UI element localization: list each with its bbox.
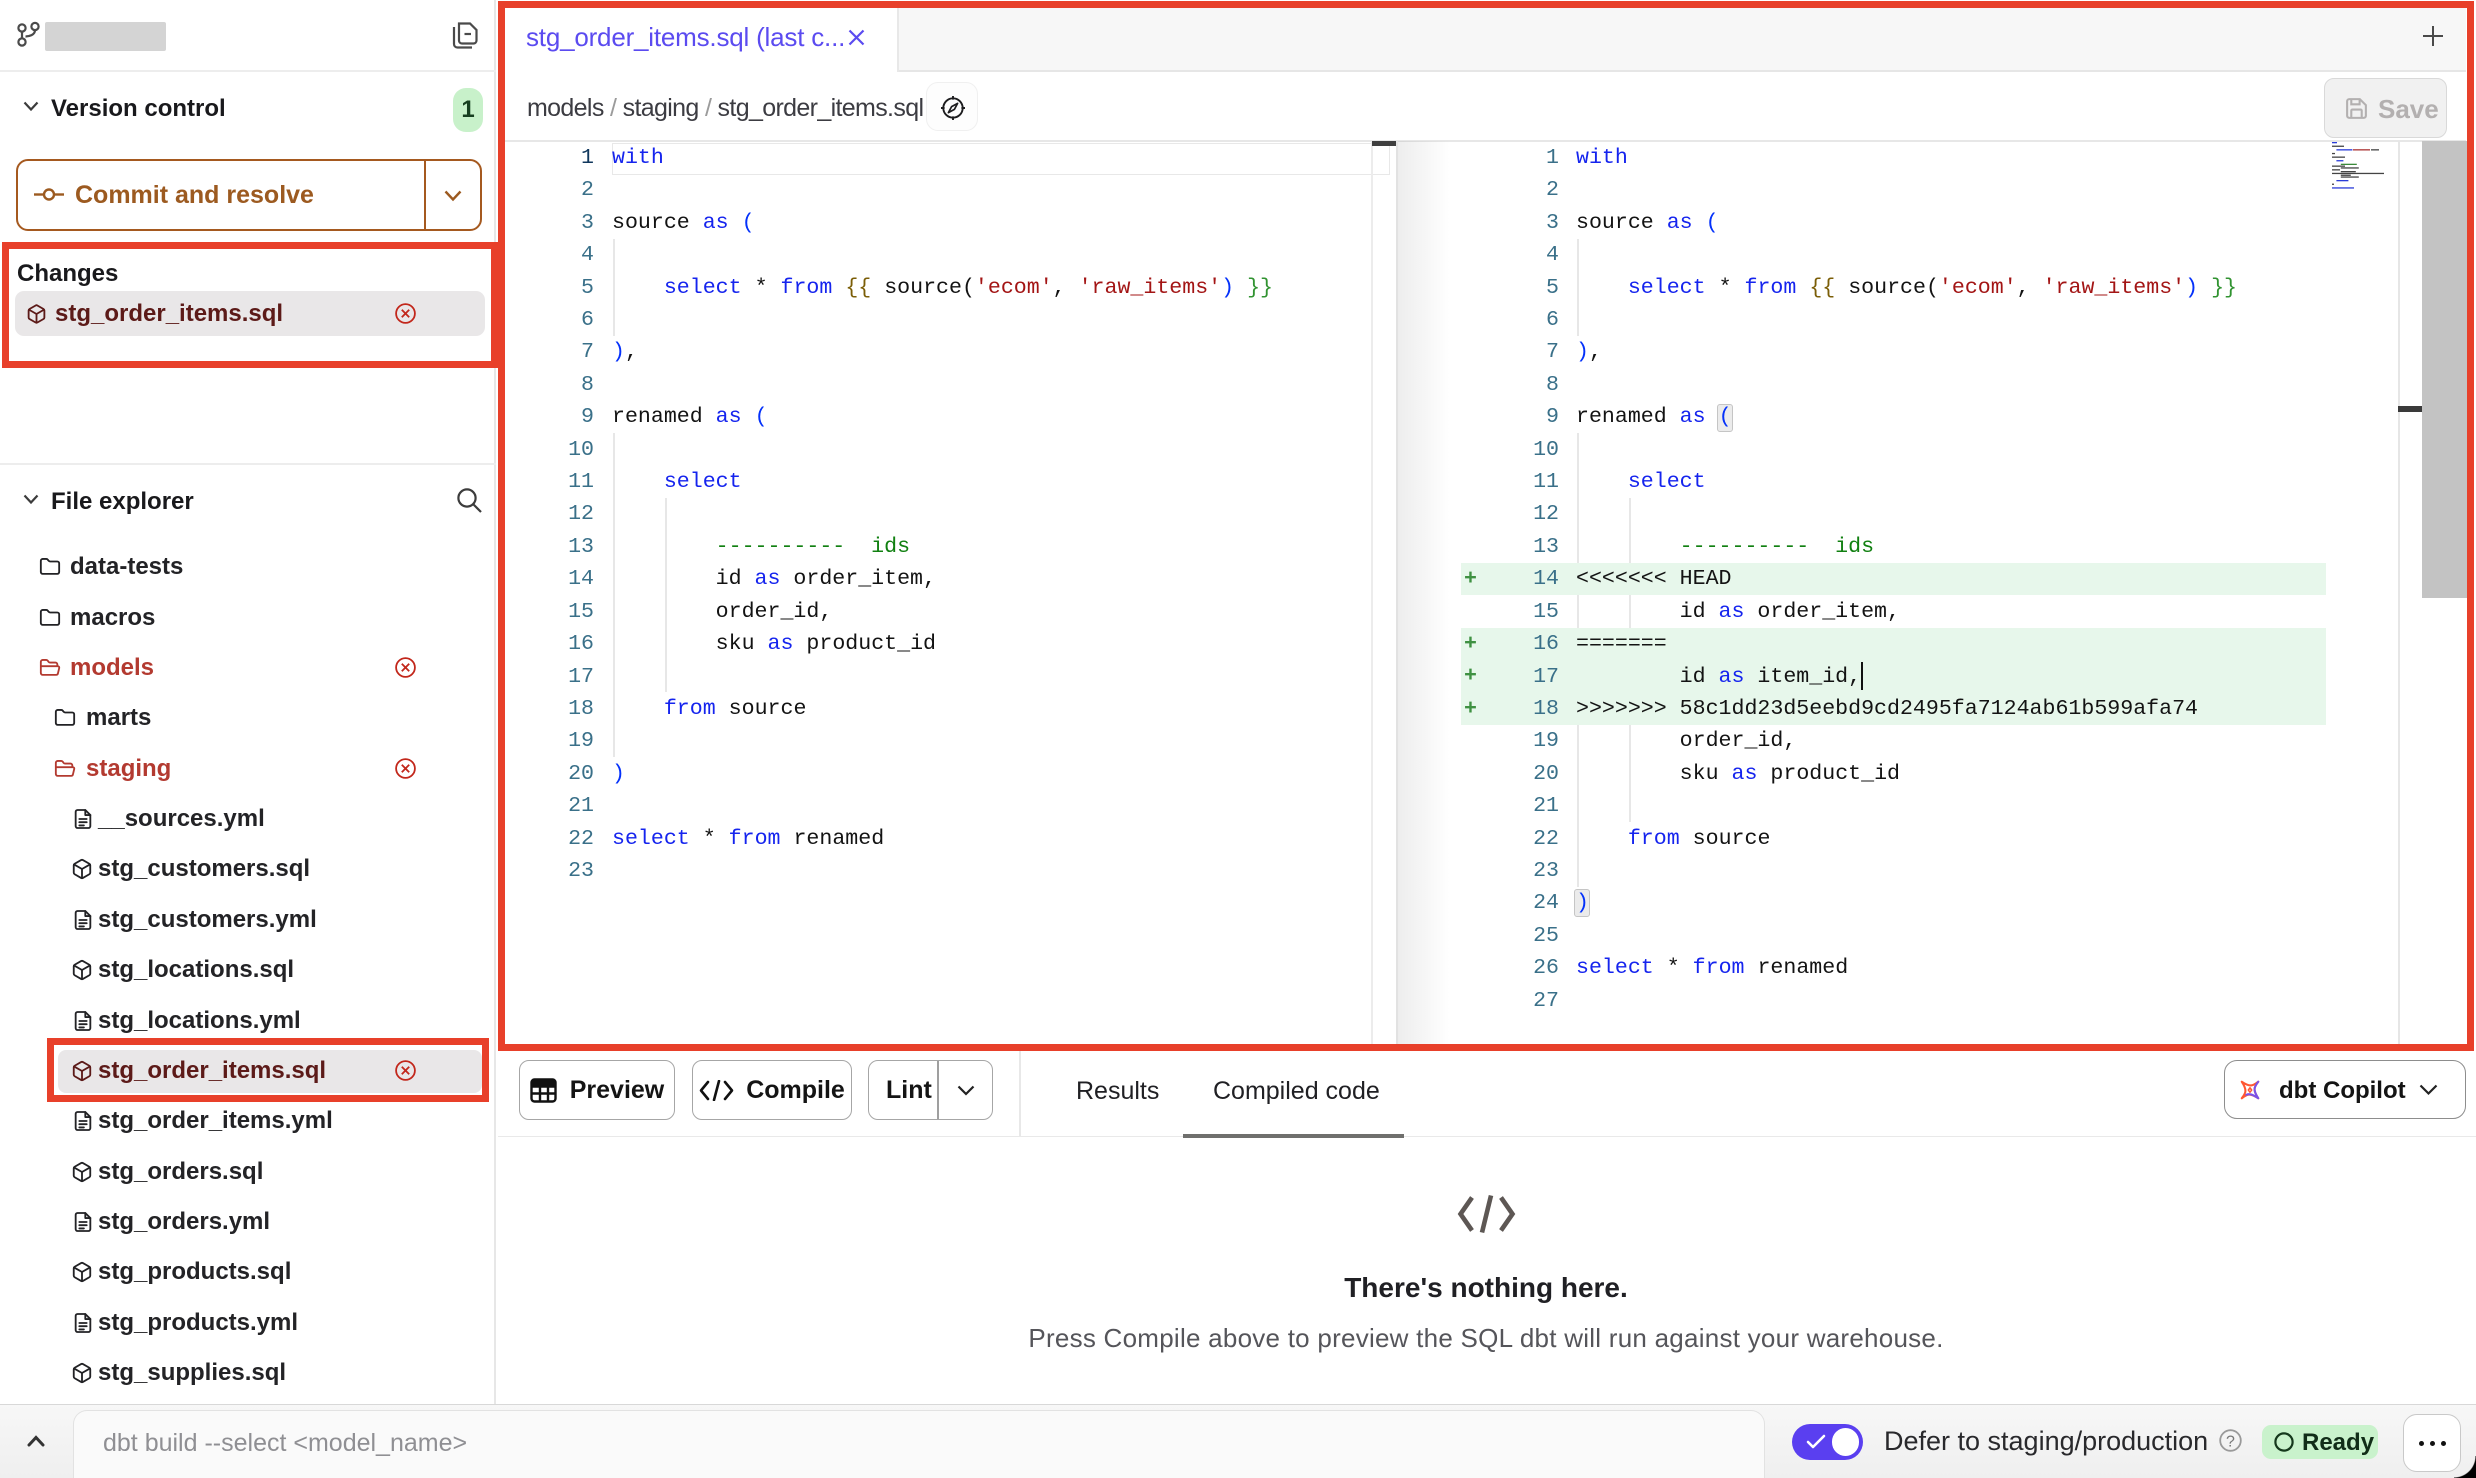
svg-text:?: ? <box>2226 1434 2235 1451</box>
